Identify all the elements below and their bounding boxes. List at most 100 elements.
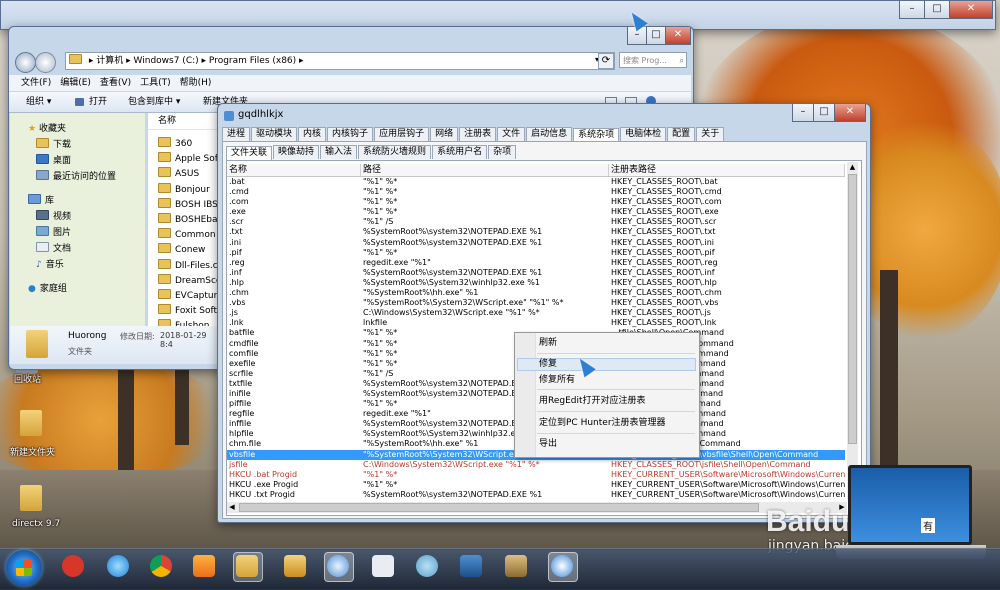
menu-item-repair-all[interactable]: 修复所有 xyxy=(539,374,575,386)
menu-edit[interactable]: 编辑(E) xyxy=(60,75,91,91)
subtab-1[interactable]: 映像劫持 xyxy=(273,145,320,159)
tab-3[interactable]: 内核钩子 xyxy=(327,127,374,141)
table-row[interactable]: .bat "%1" %* HKEY_CLASSES_ROOT\.bat xyxy=(227,177,845,187)
new-folder-desktop-icon[interactable] xyxy=(20,410,42,436)
close-button[interactable]: ✕ xyxy=(949,1,993,19)
taskbar-app-icon[interactable] xyxy=(62,555,84,577)
nav-item-music[interactable]: ♪ 音乐 xyxy=(10,257,145,273)
breadcrumb-folder[interactable]: Program Files (x86) xyxy=(209,56,296,66)
list-item[interactable]: EVCapture xyxy=(158,288,220,304)
nav-item-documents[interactable]: 文档 xyxy=(10,241,145,257)
menu-item-open-regedit[interactable]: 用RegEdit打开对应注册表 xyxy=(539,395,646,407)
column-header-name[interactable]: 名称 xyxy=(148,113,220,130)
tab-11[interactable]: 配置 xyxy=(667,127,696,141)
subtab-5[interactable]: 杂项 xyxy=(488,145,517,159)
tab-5[interactable]: 网络 xyxy=(430,127,459,141)
table-row[interactable]: .reg regedit.exe "%1" HKEY_CLASSES_ROOT\.r… xyxy=(227,258,845,268)
column-header-registry[interactable]: 注册表路径 xyxy=(609,164,845,176)
nav-item-recent[interactable]: 最近访问的位置 xyxy=(10,169,145,185)
pchunter-close-button[interactable]: ✕ xyxy=(834,104,866,122)
menu-help[interactable]: 帮助(H) xyxy=(180,75,212,91)
table-row[interactable]: .exe "%1" %* HKEY_CLASSES_ROOT\.exe xyxy=(227,207,845,217)
scroll-up-icon[interactable]: ▲ xyxy=(847,162,858,172)
tab-12[interactable]: 关于 xyxy=(696,127,725,141)
list-item[interactable]: DreamSce xyxy=(158,273,220,289)
address-bar[interactable]: ▸ 计算机 ▸ Windows7 (C:) ▸ Program Files (x… xyxy=(65,52,615,70)
table-row[interactable]: .inf %SystemRoot%\system32\NOTEPAD.EXE %1… xyxy=(227,268,845,278)
tab-6[interactable]: 注册表 xyxy=(459,127,497,141)
minimize-button[interactable]: – xyxy=(899,1,925,19)
maximize-button[interactable]: □ xyxy=(924,1,950,19)
list-item[interactable]: Fulshon xyxy=(158,319,220,326)
subtab-2[interactable]: 输入法 xyxy=(320,145,358,159)
tab-10[interactable]: 电脑体检 xyxy=(620,127,667,141)
menu-item-repair[interactable]: 修复 xyxy=(539,358,557,370)
table-row[interactable]: .scr "%1" /S HKEY_CLASSES_ROOT\.scr xyxy=(227,217,845,227)
table-row[interactable]: .ini %SystemRoot%\system32\NOTEPAD.EXE %1… xyxy=(227,238,845,248)
nav-item-desktop[interactable]: 桌面 xyxy=(10,153,145,169)
table-row[interactable]: .hlp %SystemRoot%\System32\winhlp32.exe %… xyxy=(227,278,845,288)
column-header-name[interactable]: 名称 xyxy=(227,164,361,176)
menu-item-locate-registry[interactable]: 定位到PC Hunter注册表管理器 xyxy=(539,417,666,429)
organize-button[interactable]: 组织 ▾ xyxy=(26,92,51,112)
explorer-maximize-button[interactable]: □ xyxy=(646,27,666,45)
search-icon[interactable]: ⌕ xyxy=(680,53,684,69)
scrollbar-thumb[interactable] xyxy=(239,503,759,512)
pchunter-maximize-button[interactable]: □ xyxy=(813,104,835,122)
menu-item-export[interactable]: 导出 xyxy=(539,438,557,450)
vertical-scrollbar[interactable]: ▲ ▼ xyxy=(847,162,858,500)
subtab-3[interactable]: 系统防火墙规则 xyxy=(358,145,432,159)
tab-9[interactable]: 系统杂项 xyxy=(573,128,620,142)
nav-item-downloads[interactable]: 下载 xyxy=(10,137,145,153)
pchunter-minimize-button[interactable]: – xyxy=(792,104,814,122)
tab-4[interactable]: 应用层钩子 xyxy=(374,127,430,141)
search-input[interactable]: 搜索 Prog... ⌕ xyxy=(619,52,687,68)
media-player-icon[interactable] xyxy=(193,555,215,577)
chrome-icon[interactable] xyxy=(150,555,172,577)
directx-folder-icon[interactable] xyxy=(20,485,42,511)
tab-8[interactable]: 启动信息 xyxy=(526,127,573,141)
taskbar-app-icon[interactable] xyxy=(460,555,482,577)
table-row[interactable]: .cmd "%1" %* HKEY_CLASSES_ROOT\.cmd xyxy=(227,187,845,197)
back-button[interactable] xyxy=(15,52,36,73)
open-button[interactable]: 打开 xyxy=(89,92,107,112)
table-row[interactable]: .chm "%SystemRoot%\hh.exe" %1 HKEY_CLASSES… xyxy=(227,288,845,298)
tab-7[interactable]: 文件 xyxy=(497,127,526,141)
list-item[interactable]: Dll-Files.co xyxy=(158,258,220,274)
taskbar-app-icon[interactable] xyxy=(416,555,438,577)
list-item[interactable]: Bonjour xyxy=(158,182,220,198)
list-item[interactable]: Apple Sof xyxy=(158,152,220,167)
nav-item-pictures[interactable]: 图片 xyxy=(10,225,145,241)
table-row[interactable]: .com "%1" %* HKEY_CLASSES_ROOT\.com xyxy=(227,197,845,207)
breadcrumb-drive[interactable]: Windows7 (C:) xyxy=(134,56,199,66)
list-item[interactable]: Conew xyxy=(158,243,220,258)
list-item[interactable]: BOSHEba xyxy=(158,212,220,228)
internet-explorer-icon[interactable] xyxy=(107,555,129,577)
nav-item-favorites[interactable]: ★ 收藏夹 xyxy=(10,121,145,137)
list-item[interactable]: 360 xyxy=(158,137,220,152)
tab-1[interactable]: 驱动模块 xyxy=(251,127,298,141)
tab-2[interactable]: 内核 xyxy=(298,127,327,141)
taskbar-app-icon[interactable] xyxy=(505,555,527,577)
include-in-library-button[interactable]: 包含到库中 ▾ xyxy=(128,92,180,112)
tab-0[interactable]: 进程 xyxy=(222,127,251,141)
table-row[interactable]: .txt %SystemRoot%\system32\NOTEPAD.EXE %1… xyxy=(227,227,845,237)
breadcrumb-computer[interactable]: 计算机 xyxy=(96,56,123,66)
subtab-0[interactable]: 文件关联 xyxy=(226,146,273,160)
list-item[interactable]: Common xyxy=(158,228,220,243)
explorer-close-button[interactable]: ✕ xyxy=(665,27,691,45)
nav-item-homegroup[interactable]: ● 家庭组 xyxy=(10,281,145,297)
menu-tools[interactable]: 工具(T) xyxy=(140,75,171,91)
column-header-path[interactable]: 路径 xyxy=(361,164,609,176)
menu-file[interactable]: 文件(F) xyxy=(21,75,51,91)
list-item[interactable]: BOSH IBS xyxy=(158,197,220,213)
subtab-4[interactable]: 系统用户名 xyxy=(432,145,488,159)
scroll-left-icon[interactable]: ◀ xyxy=(227,502,237,513)
refresh-icon[interactable]: ⟳ xyxy=(598,53,614,69)
scrollbar-thumb[interactable] xyxy=(848,174,857,444)
table-row[interactable]: HKCU .exe Progid "%1" %* HKEY_CURRENT_USER… xyxy=(227,480,845,490)
forward-button[interactable] xyxy=(35,52,56,73)
menu-view[interactable]: 查看(V) xyxy=(100,75,131,91)
taskbar-app-icon[interactable] xyxy=(284,555,306,577)
table-row[interactable]: .vbs "%SystemRoot%\System32\WScript.exe" … xyxy=(227,298,845,308)
